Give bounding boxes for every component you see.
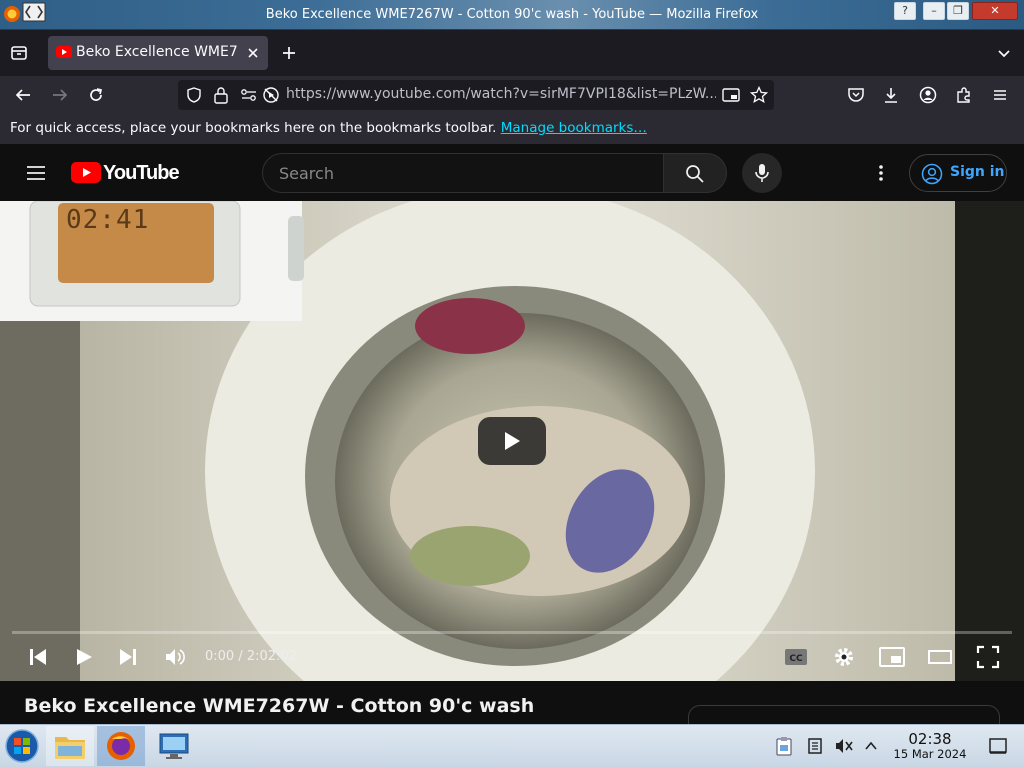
window-title: Beko Excellence WME7267W - Cotton 90'c w… [265, 7, 759, 22]
tab-label: Beko Excellence WME7267W - Cotton 90'c w… [76, 44, 238, 60]
play-overlay-button[interactable] [478, 417, 546, 465]
pocket-icon[interactable] [847, 86, 865, 104]
subtitles-icon[interactable]: CC [784, 647, 808, 667]
previous-icon[interactable] [28, 647, 48, 667]
bookmark-star-icon[interactable] [750, 86, 768, 104]
progress-bar[interactable] [12, 631, 1012, 634]
user-circle-icon [921, 163, 943, 185]
video-title: Beko Excellence WME7267W - Cotton 90'c w… [24, 695, 535, 717]
bookmarks-message: For quick access, place your bookmarks h… [10, 120, 497, 136]
search-input[interactable]: Search [262, 153, 664, 193]
sign-in-label: Sign in [950, 164, 1005, 180]
list-all-tabs-icon[interactable] [996, 45, 1012, 61]
maximize-button[interactable]: ❐ [947, 2, 969, 20]
lock-icon[interactable] [213, 86, 229, 104]
back-icon[interactable] [14, 86, 32, 104]
autoplay-blocked-icon[interactable] [262, 86, 280, 104]
guide-menu-icon[interactable] [25, 162, 47, 184]
firefox-view-icon[interactable] [10, 44, 28, 62]
taskbar-clock[interactable]: 02:38 15 Mar 2024 [888, 731, 972, 761]
search-button[interactable] [663, 153, 727, 193]
time-display: 0:00 / 2:02:02 [205, 649, 297, 664]
youtube-logo[interactable]: YouTube [71, 162, 180, 186]
clock-time: 02:38 [908, 730, 952, 748]
monitor-icon [159, 733, 189, 759]
url-text[interactable]: https://www.youtube.com/watch?v=sirMF7VP… [286, 86, 716, 102]
chevron-up-icon[interactable] [863, 738, 879, 754]
play-icon [505, 432, 520, 450]
youtube-logo-text: YouTube [103, 162, 180, 184]
microphone-icon [755, 164, 769, 182]
minimize-button[interactable]: – [923, 2, 945, 20]
forward-icon[interactable] [51, 86, 69, 104]
downloads-icon[interactable] [882, 86, 900, 104]
firefox-icon [107, 732, 135, 760]
url-bar[interactable]: https://www.youtube.com/watch?v=sirMF7VP… [178, 80, 774, 110]
clock-date: 15 Mar 2024 [893, 747, 967, 761]
show-desktop-icon[interactable] [988, 736, 1008, 756]
svg-text:CC: CC [789, 654, 803, 664]
tab-youtube[interactable]: Beko Excellence WME7267W - Cotton 90'c w… [48, 36, 268, 70]
close-button[interactable]: ✕ [972, 2, 1018, 20]
reload-icon[interactable] [87, 86, 105, 104]
taskbar-file-manager[interactable] [46, 726, 94, 766]
bookmarks-toolbar: For quick access, place your bookmarks h… [0, 114, 1024, 144]
account-icon[interactable] [919, 86, 937, 104]
miniplayer-icon[interactable] [879, 647, 905, 667]
fullscreen-icon[interactable] [976, 645, 1000, 669]
voice-search-button[interactable] [742, 153, 782, 193]
search-icon [686, 165, 704, 183]
search-placeholder: Search [279, 164, 334, 183]
play-icon[interactable] [74, 647, 94, 667]
start-menu-icon[interactable] [4, 728, 40, 764]
app-menu-icon[interactable] [991, 86, 1009, 104]
next-icon[interactable] [118, 647, 138, 667]
clipboard-tray-icon[interactable] [775, 736, 793, 756]
manage-bookmarks-link[interactable]: Manage bookmarks… [501, 120, 647, 136]
volume-icon[interactable] [164, 646, 186, 668]
help-button[interactable]: ? [894, 2, 916, 20]
tracking-protection-icon[interactable] [186, 87, 202, 103]
tab-close-icon[interactable] [246, 46, 260, 60]
window-titlebar: Beko Excellence WME7267W - Cotton 90'c w… [0, 0, 1024, 30]
new-tab-icon[interactable] [281, 45, 297, 61]
picture-in-picture-icon[interactable] [722, 87, 740, 103]
taskbar-firefox[interactable] [97, 726, 145, 766]
permissions-icon[interactable] [240, 87, 258, 103]
washer-display-time: 02:41 [66, 205, 150, 235]
player-controls [0, 620, 1024, 681]
youtube-play-logo-icon [71, 162, 101, 183]
theater-mode-icon[interactable] [928, 650, 952, 664]
more-options-icon[interactable] [871, 163, 891, 183]
youtube-favicon-icon [56, 46, 72, 58]
taskbar-remote-desktop[interactable] [150, 726, 198, 766]
network-tray-icon[interactable] [806, 737, 824, 755]
extensions-icon[interactable] [955, 86, 973, 104]
settings-gear-icon[interactable] [833, 646, 855, 668]
volume-muted-tray-icon[interactable] [834, 737, 854, 755]
sign-in-button[interactable]: Sign in [909, 154, 1007, 192]
folder-icon [55, 737, 85, 759]
